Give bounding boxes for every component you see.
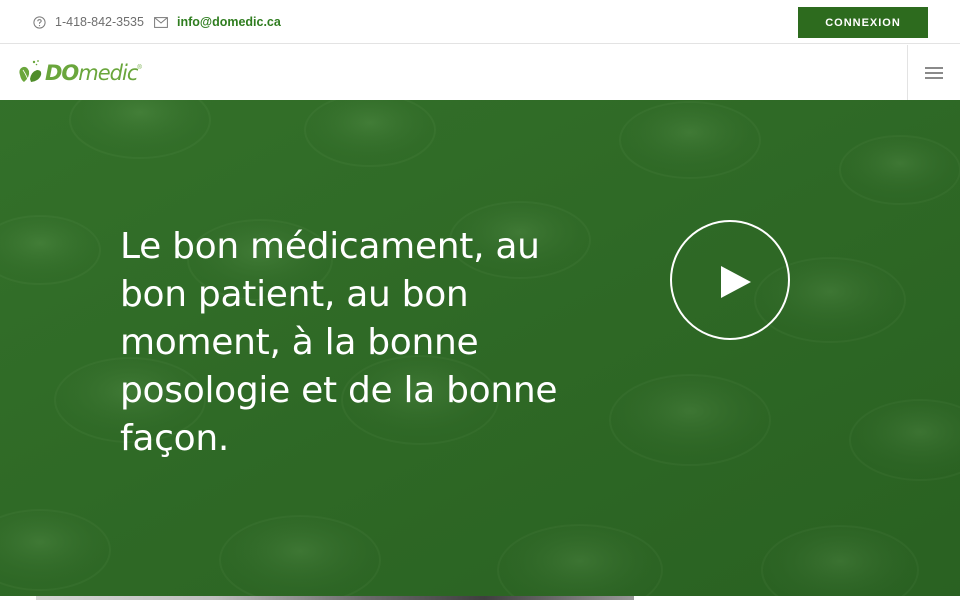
question-circle-icon (32, 15, 46, 29)
hamburger-menu-button[interactable] (907, 45, 960, 100)
envelope-icon (154, 15, 168, 29)
section-photo (36, 596, 634, 600)
main-navbar: DOmedic ® (0, 45, 960, 100)
logo-prefix: DO (45, 61, 79, 85)
email-link[interactable]: info@domedic.ca (177, 15, 281, 29)
phone-number[interactable]: 1-418-842-3535 (55, 15, 144, 29)
trademark-symbol: ® (137, 65, 142, 71)
logo-suffix: medic (78, 61, 138, 85)
hamburger-menu-icon (925, 66, 943, 80)
contact-info: 1-418-842-3535 info@domedic.ca (32, 13, 281, 31)
login-button[interactable]: CONNEXION (798, 7, 928, 38)
hero-heading: Le bon médicament, au bon patient, au bo… (120, 226, 558, 459)
logo[interactable]: DOmedic ® (17, 55, 142, 91)
next-section-peek (0, 596, 960, 600)
hero-section: Le bon médicament, au bon patient, au bo… (0, 100, 960, 596)
play-video-button[interactable] (670, 220, 790, 340)
leaf-logo-icon (17, 58, 43, 88)
top-contact-bar: 1-418-842-3535 info@domedic.ca CONNEXION (0, 0, 960, 44)
logo-wordmark: DOmedic (45, 61, 138, 85)
